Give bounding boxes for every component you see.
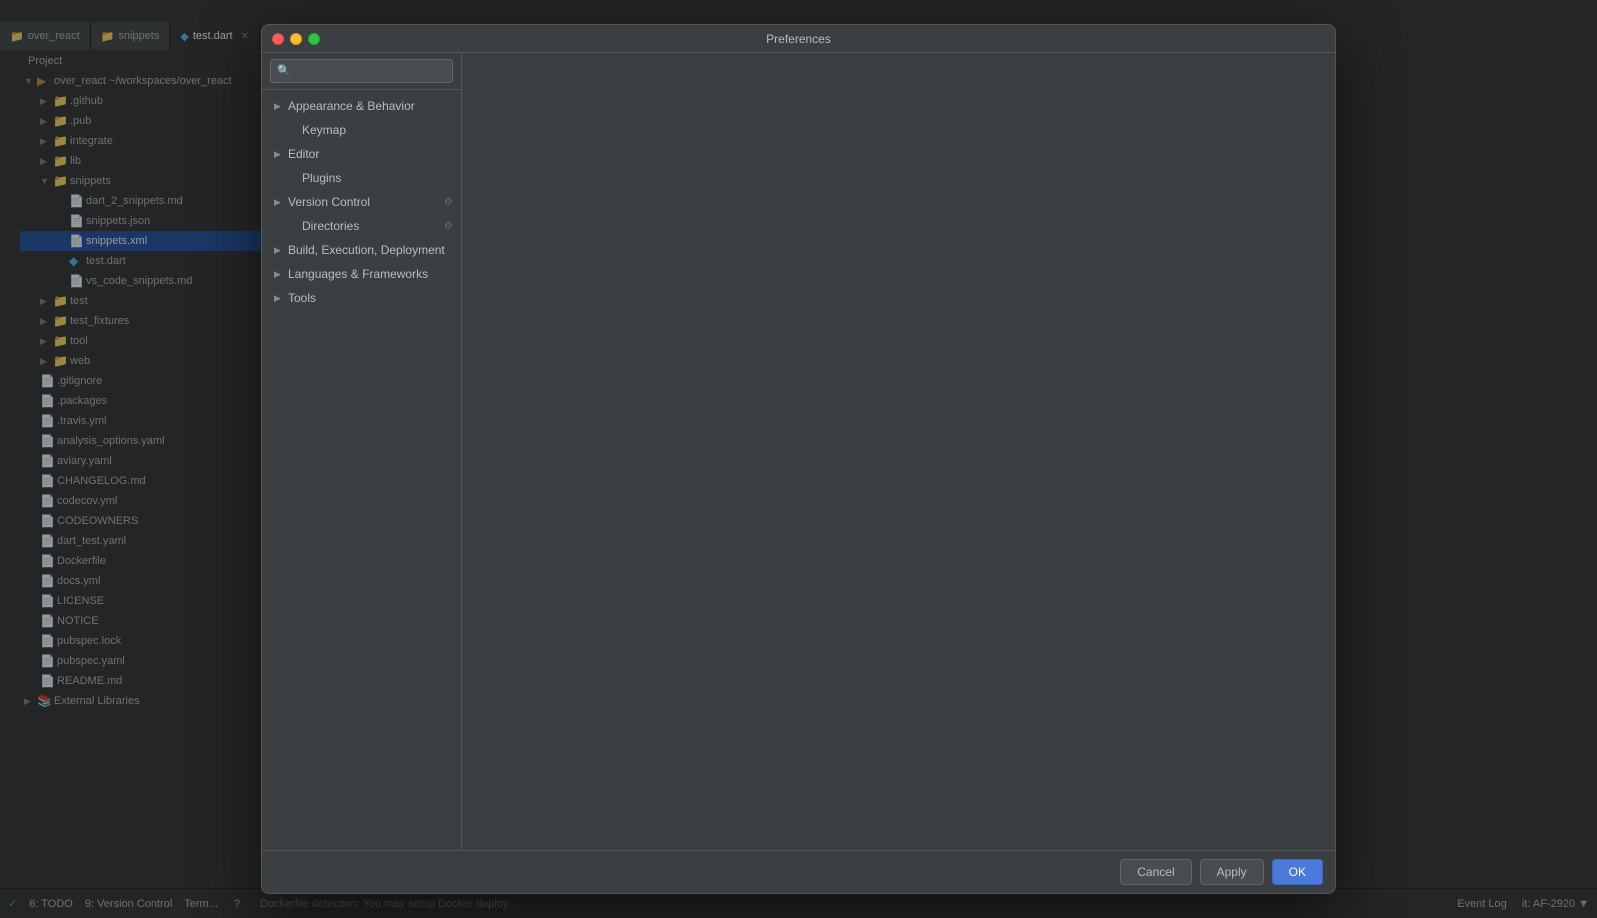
nav-item-label: Tools [288,291,316,305]
expand-arrow-editor: ▶ [274,149,284,160]
settings-icon-dirs: ⚙ [444,221,453,232]
nav-item-keymap[interactable]: Keymap [262,118,461,142]
dialog-title: Preferences [766,32,831,46]
dialog-bottom-bar: Cancel Apply OK [262,850,1335,893]
cursor-position [732,283,740,295]
modal-overlay: Preferences ▶ Appearance & Behavior [0,0,1597,918]
traffic-lights [272,33,320,45]
expand-arrow-tools: ▶ [274,293,284,304]
nav-item-label: Appearance & Behavior [288,99,415,113]
dialog-body: ▶ Appearance & Behavior Keymap ▶ Editor [262,53,1335,850]
preferences-dialog: Preferences ▶ Appearance & Behavior [261,24,1336,894]
close-button[interactable] [272,33,284,45]
search-input[interactable] [270,59,453,83]
dialog-left-pane: ▶ Appearance & Behavior Keymap ▶ Editor [262,53,462,850]
settings-icon-vc: ⚙ [444,197,453,208]
nav-item-directories[interactable]: Directories ⚙ [262,214,461,238]
nav-item-label: Keymap [288,123,346,137]
nav-item-label: Languages & Frameworks [288,267,428,281]
apply-button[interactable]: Apply [1200,859,1264,885]
nav-item-plugins[interactable]: Plugins [262,166,461,190]
preferences-nav: ▶ Appearance & Behavior Keymap ▶ Editor [262,90,461,850]
minimize-button[interactable] [290,33,302,45]
cancel-button[interactable]: Cancel [1120,859,1191,885]
nav-item-label: Version Control [288,195,370,209]
nav-item-label: Editor [288,147,319,161]
expand-arrow-appearance: ▶ [274,101,284,112]
ok-button[interactable]: OK [1272,859,1323,885]
expand-arrow-langs: ▶ [274,269,284,280]
dialog-titlebar: Preferences [262,25,1335,53]
nav-item-version-control[interactable]: ▶ Version Control ⚙ [262,190,461,214]
nav-item-editor[interactable]: ▶ Editor [262,142,461,166]
search-container [262,53,461,90]
nav-item-tools[interactable]: ▶ Tools [262,286,461,310]
nav-item-label: Plugins [288,171,341,185]
maximize-button[interactable] [308,33,320,45]
expand-arrow-build: ▶ [274,245,284,256]
nav-item-label: Directories [288,219,359,233]
nav-item-languages[interactable]: ▶ Languages & Frameworks [262,262,461,286]
nav-item-label: Build, Execution, Deployment [288,243,445,257]
nav-item-appearance[interactable]: ▶ Appearance & Behavior [262,94,461,118]
dialog-right-pane [462,53,1335,850]
nav-item-build[interactable]: ▶ Build, Execution, Deployment [262,238,461,262]
expand-arrow-vc: ▶ [274,197,284,208]
